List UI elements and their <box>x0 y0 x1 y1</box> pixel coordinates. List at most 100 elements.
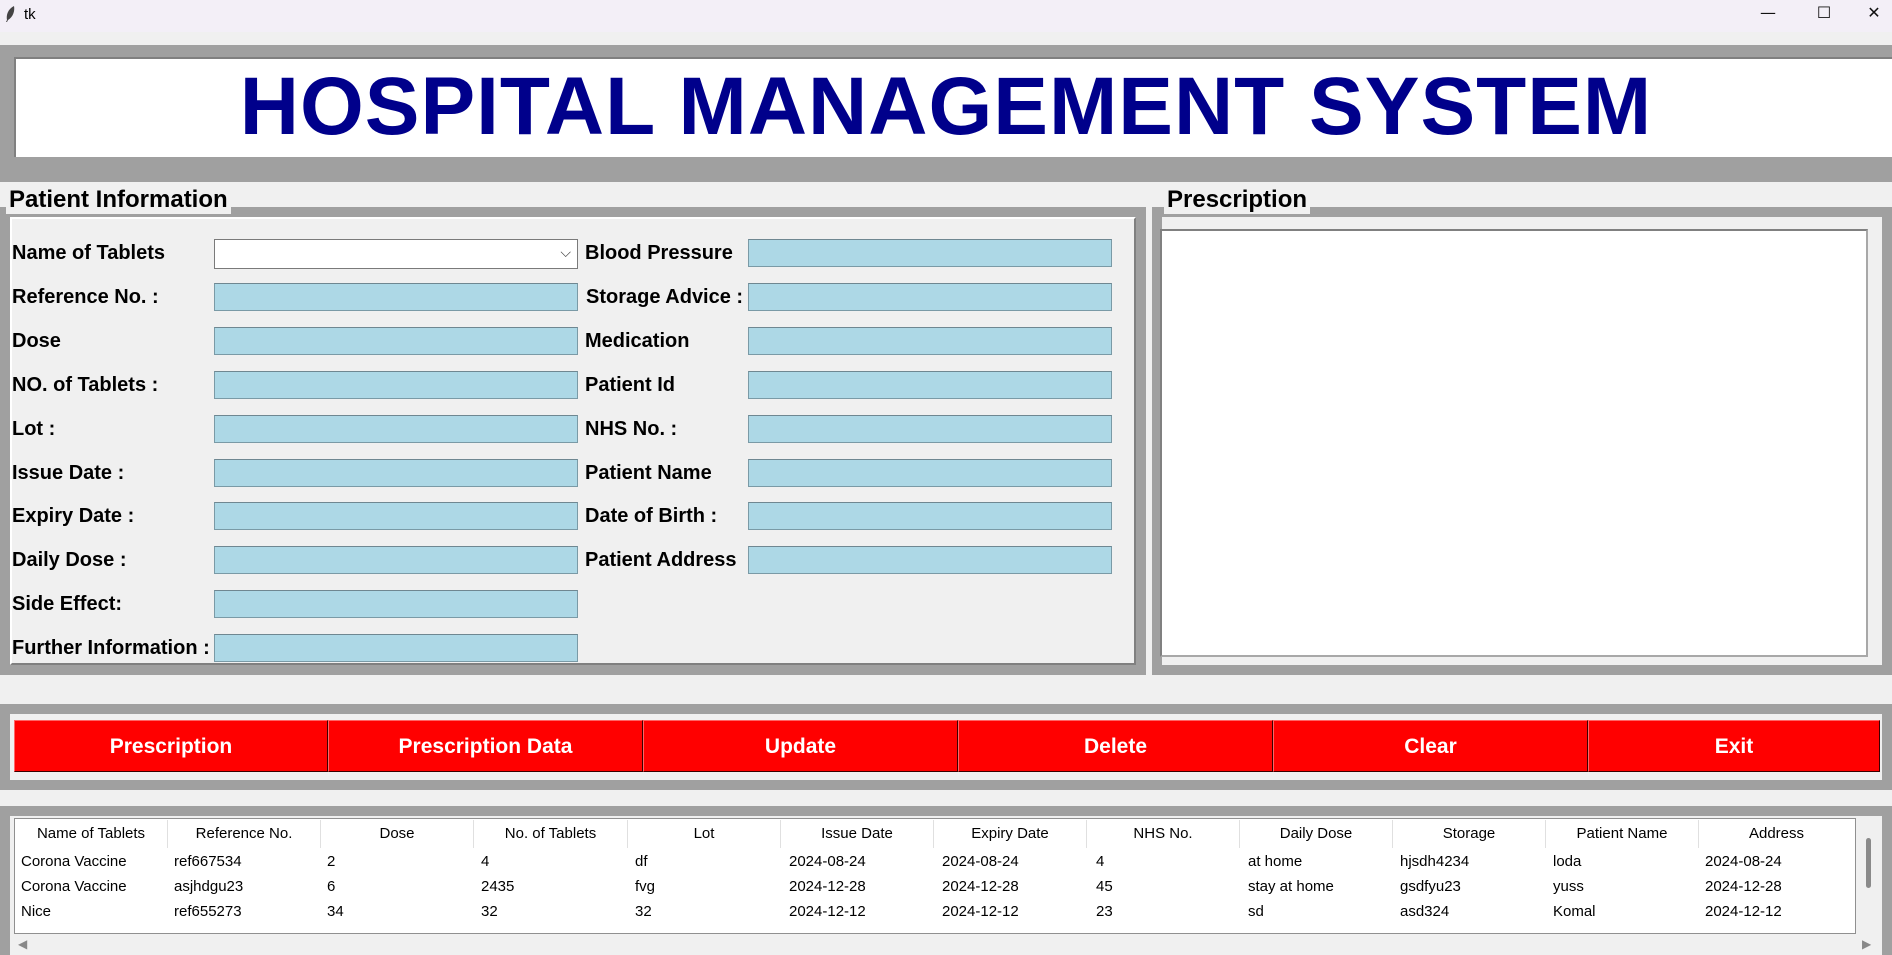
column-header-dose[interactable]: Dose <box>321 820 474 848</box>
label-medication: Medication <box>585 330 690 352</box>
label-reference-no: Reference No. : <box>12 286 159 308</box>
column-header-nhs-no[interactable]: NHS No. <box>1087 820 1240 848</box>
table-cell: loda <box>1553 853 1582 870</box>
table-cell: 2024-08-24 <box>789 853 866 870</box>
patient-id-input[interactable] <box>748 371 1112 399</box>
page-title: HOSPITAL MANAGEMENT SYSTEM <box>239 61 1653 152</box>
storage-advice-input[interactable] <box>748 283 1112 311</box>
lot-input[interactable] <box>214 415 578 443</box>
scroll-left-arrow-icon[interactable]: ◀ <box>18 937 27 951</box>
reference-no-input[interactable] <box>214 283 578 311</box>
table-cell: sd <box>1248 903 1264 920</box>
nhs-no-input[interactable] <box>748 415 1112 443</box>
table-cell: 2024-12-28 <box>942 878 1019 895</box>
patient-name-input[interactable] <box>748 459 1112 487</box>
table-cell: df <box>635 853 648 870</box>
column-header-storage[interactable]: Storage <box>1393 820 1546 848</box>
table-cell: 34 <box>327 903 344 920</box>
window-title-bar: tk — ☐ ✕ <box>0 0 1892 32</box>
label-side-effect: Side Effect: <box>12 593 123 615</box>
prescription-button[interactable]: Prescription <box>14 720 328 772</box>
label-date-of-birth: Date of Birth : <box>585 505 718 527</box>
table-cell: fvg <box>635 878 656 895</box>
column-header-lot[interactable]: Lot <box>628 820 781 848</box>
table-cell: at home <box>1248 853 1303 870</box>
table-cell: 45 <box>1096 878 1113 895</box>
further-information-input[interactable] <box>214 634 578 662</box>
table-cell: asd324 <box>1400 903 1450 920</box>
scroll-right-arrow-icon[interactable]: ▶ <box>1862 937 1871 951</box>
table-cell: 2024-08-24 <box>942 853 1019 870</box>
issue-date-input[interactable] <box>214 459 578 487</box>
table-cell: 2024-12-28 <box>789 878 866 895</box>
table-cell: ref667534 <box>174 853 242 870</box>
table-cell: ref655273 <box>174 903 242 920</box>
vertical-scroll-thumb[interactable] <box>1866 838 1871 888</box>
table-cell: 32 <box>481 903 498 920</box>
label-patient-address: Patient Address <box>585 549 737 571</box>
label-storage-advice: Storage Advice : <box>586 286 744 308</box>
date-of-birth-input[interactable] <box>748 502 1112 530</box>
column-header-issue-date[interactable]: Issue Date <box>781 820 934 848</box>
table-cell: 2024-12-12 <box>789 903 866 920</box>
delete-button[interactable]: Delete <box>958 720 1273 772</box>
table-cell: 2024-12-12 <box>1705 903 1782 920</box>
label-further-information: Further Information : <box>12 637 210 659</box>
prescription-data-button[interactable]: Prescription Data <box>328 720 643 772</box>
window-title: tk <box>24 6 36 23</box>
label-daily-dose: Daily Dose : <box>12 549 127 571</box>
column-header-daily-dose[interactable]: Daily Dose <box>1240 820 1393 848</box>
table-cell: hjsdh4234 <box>1400 853 1470 870</box>
prescription-label: Prescription <box>1164 186 1311 214</box>
column-header-expiry-date[interactable]: Expiry Date <box>934 820 1087 848</box>
expiry-date-input[interactable] <box>214 502 578 530</box>
label-issue-date: Issue Date : <box>12 462 125 484</box>
table-cell: 32 <box>635 903 652 920</box>
medication-input[interactable] <box>748 327 1112 355</box>
table-cell: Nice <box>21 903 52 920</box>
label-dose: Dose <box>12 330 61 352</box>
table-cell: 2 <box>327 853 336 870</box>
column-header-address[interactable]: Address <box>1699 820 1854 848</box>
minimize-button[interactable]: — <box>1740 0 1796 26</box>
table-cell: Komal <box>1553 903 1596 920</box>
prescription-textbox[interactable] <box>1160 229 1868 657</box>
clear-button[interactable]: Clear <box>1273 720 1588 772</box>
table-cell: 4 <box>481 853 490 870</box>
column-header-name-of-tablets[interactable]: Name of Tablets <box>15 820 168 848</box>
label-lot: Lot : <box>12 418 56 440</box>
close-button[interactable]: ✕ <box>1846 0 1892 26</box>
label-nhs-no: NHS No. : <box>585 418 678 440</box>
update-button[interactable]: Update <box>643 720 958 772</box>
table-cell: asjhdgu23 <box>174 878 244 895</box>
label-patient-id: Patient Id <box>585 374 676 396</box>
table-cell: 2435 <box>481 878 515 895</box>
table-cell: 2024-12-28 <box>1705 878 1782 895</box>
daily-dose-input[interactable] <box>214 546 578 574</box>
exit-button[interactable]: Exit <box>1588 720 1880 772</box>
table-cell: yuss <box>1553 878 1584 895</box>
vertical-scrollbar[interactable] <box>1858 818 1880 934</box>
column-header-reference-no[interactable]: Reference No. <box>168 820 321 848</box>
dose-input[interactable] <box>214 327 578 355</box>
side-effect-input[interactable] <box>214 590 578 618</box>
table-cell: 2024-08-24 <box>1705 853 1782 870</box>
label-no-of-tablets: NO. of Tablets : <box>12 374 159 396</box>
patient-info-label: Patient Information <box>6 186 231 214</box>
label-blood-pressure: Blood Pressure <box>585 242 733 264</box>
label-patient-name: Patient Name <box>585 462 712 484</box>
column-header-patient-name[interactable]: Patient Name <box>1546 820 1699 848</box>
horizontal-scrollbar[interactable]: ◀ ▶ <box>14 936 1880 955</box>
table-cell: gsdfyu23 <box>1400 878 1461 895</box>
patient-address-input[interactable] <box>748 546 1112 574</box>
blood-pressure-input[interactable] <box>748 239 1112 267</box>
table-cell: 23 <box>1096 903 1113 920</box>
maximize-button[interactable]: ☐ <box>1796 0 1852 26</box>
chevron-down-icon[interactable]: ⌵ <box>560 245 571 261</box>
table-cell: 6 <box>327 878 336 895</box>
table-cell: Corona Vaccine <box>21 853 127 870</box>
no-of-tablets-input[interactable] <box>214 371 578 399</box>
column-header-no-of-tablets[interactable]: No. of Tablets <box>474 820 628 848</box>
name-of-tablets-combobox[interactable]: ⌵ <box>214 239 578 269</box>
table-cell: Corona Vaccine <box>21 878 127 895</box>
